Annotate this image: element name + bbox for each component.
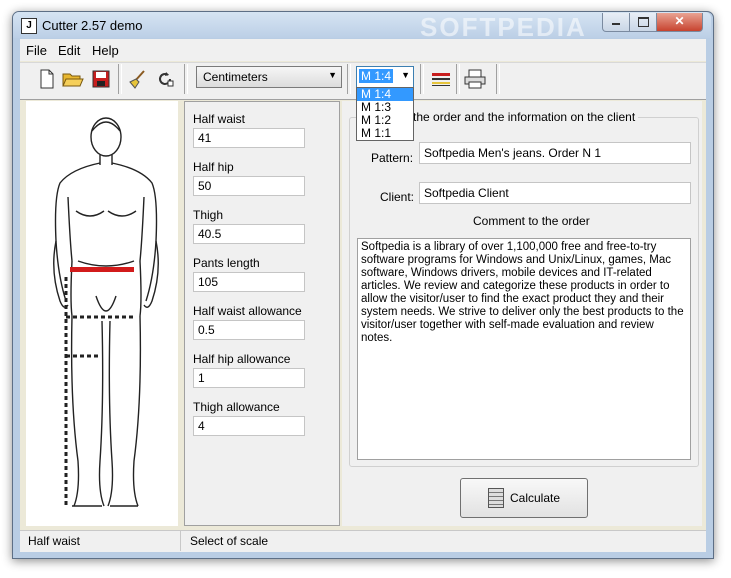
refresh-button[interactable]	[152, 66, 178, 92]
half-waist-allowance-input[interactable]: 0.5	[193, 320, 305, 340]
scale-dropdown-list: M 1:4 M 1:3 M 1:2 M 1:1	[356, 87, 414, 141]
menu-file[interactable]: File	[26, 43, 47, 58]
window-title: Cutter 2.57 demo	[42, 18, 143, 33]
refresh-icon	[159, 72, 174, 87]
broom-clear-icon	[129, 70, 145, 89]
status-bar	[20, 530, 706, 552]
calculate-label: Calculate	[509, 491, 561, 505]
toolbar-separator	[420, 64, 424, 94]
body-figure-panel	[26, 101, 178, 526]
order-group-title: o the order and the information on the c…	[400, 110, 639, 124]
half-hip-allowance-input[interactable]: 1	[193, 368, 305, 388]
print-button[interactable]	[462, 66, 488, 92]
units-select[interactable]: Centimeters ▼	[196, 66, 342, 88]
pattern-icon	[432, 73, 450, 86]
clear-button[interactable]	[124, 66, 150, 92]
menu-edit[interactable]: Edit	[58, 43, 80, 58]
status-right: Select of scale	[190, 534, 269, 548]
calculator-icon	[487, 488, 504, 508]
scale-value: M 1:4	[359, 69, 394, 83]
scale-option[interactable]: M 1:1	[357, 127, 413, 140]
pattern-input[interactable]: Softpedia Men's jeans. Order N 1	[419, 142, 691, 164]
new-document-icon	[40, 69, 54, 89]
half-waist-input[interactable]: 41	[193, 128, 305, 148]
minimize-button[interactable]	[602, 13, 630, 32]
toolbar-separator	[118, 64, 122, 94]
pattern-label: Pattern:	[371, 151, 414, 165]
half-hip-input[interactable]: 50	[193, 176, 305, 196]
chevron-down-icon: ▼	[328, 70, 337, 80]
scale-select[interactable]: M 1:4 ▼	[356, 66, 414, 88]
half-hip-allowance-label: Half hip allowance	[193, 352, 291, 366]
pattern-button[interactable]	[428, 66, 454, 92]
pants-length-label: Pants length	[193, 256, 260, 270]
half-hip-label: Half hip	[193, 160, 234, 174]
open-button[interactable]	[60, 66, 86, 92]
maximize-button[interactable]	[629, 13, 657, 32]
app-icon: J	[21, 18, 37, 34]
client-label: Client:	[380, 190, 415, 204]
status-left: Half waist	[28, 534, 81, 548]
minimize-icon	[612, 23, 620, 25]
units-value: Centimeters	[203, 70, 268, 84]
thigh-allowance-label: Thigh allowance	[193, 400, 280, 414]
pants-length-input[interactable]: 105	[193, 272, 305, 292]
human-figure-icon	[53, 117, 159, 507]
status-separator	[180, 530, 181, 551]
toolbar-separator	[456, 64, 460, 94]
thigh-label: Thigh	[193, 208, 224, 222]
toolbar-separator	[347, 64, 351, 94]
save-button[interactable]	[88, 66, 114, 92]
comment-label: Comment to the order	[473, 214, 590, 228]
chevron-down-icon: ▼	[401, 70, 410, 80]
close-button[interactable]: ✕	[656, 13, 703, 32]
maximize-icon	[638, 17, 649, 27]
half-waist-allowance-label: Half waist allowance	[193, 304, 302, 318]
menu-bar	[20, 39, 706, 61]
client-input[interactable]: Softpedia Client	[419, 182, 691, 204]
save-disk-icon	[92, 70, 110, 88]
thigh-input[interactable]: 40.5	[193, 224, 305, 244]
thigh-allowance-input[interactable]: 4	[193, 416, 305, 436]
menu-help[interactable]: Help	[92, 43, 119, 58]
waist-marker	[70, 267, 134, 272]
new-document-button[interactable]	[34, 66, 60, 92]
toolbar-separator	[184, 64, 188, 94]
toolbar-separator	[496, 64, 500, 94]
half-waist-label: Half waist	[193, 112, 246, 126]
comment-textarea[interactable]: Softpedia is a library of over 1,100,000…	[357, 238, 691, 460]
open-folder-icon	[62, 73, 84, 87]
calculate-button[interactable]: Calculate	[460, 478, 588, 518]
print-icon	[464, 69, 486, 89]
